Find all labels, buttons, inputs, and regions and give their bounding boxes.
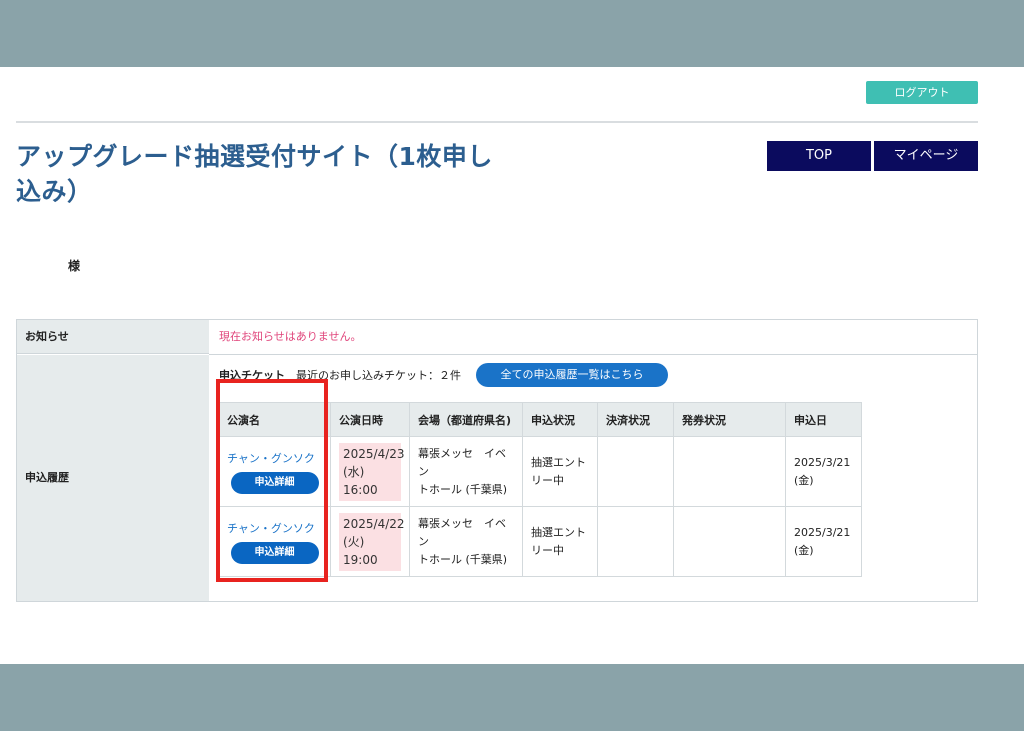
user-greeting: 様	[68, 259, 81, 273]
col-issuance: 発券状況	[673, 402, 786, 437]
status-text: 抽選エント	[531, 455, 586, 469]
status-text-2: リー中	[531, 543, 564, 557]
payment-cell	[597, 436, 674, 507]
application-detail-button[interactable]: 申込詳細	[230, 541, 319, 564]
performance-cell: チャン・グンソク 申込詳細	[218, 436, 331, 507]
venue-text: 幕張メッセ イベン	[418, 516, 506, 548]
top-button[interactable]: TOP	[767, 141, 871, 171]
main-page: ログアウト アップグレード抽選受付サイト（1枚申し込み） TOP マイページ 様…	[0, 67, 1024, 664]
notice-divider	[209, 354, 977, 355]
history-label: 申込履歴	[17, 355, 209, 601]
venue-text: 幕張メッセ イベン	[418, 446, 506, 478]
issuance-cell	[673, 506, 786, 577]
recent-ticket-count: 最近のお申し込みチケット：２件	[296, 369, 461, 382]
status-cell: 抽選エント リー中	[522, 506, 598, 577]
date-cell: 2025/4/23 (水) 16:00	[330, 436, 410, 507]
performance-link[interactable]: チャン・グンソク	[227, 450, 322, 468]
applied-weekday-text: (金)	[794, 543, 814, 557]
header-divider	[16, 121, 978, 123]
status-cell: 抽選エント リー中	[522, 436, 598, 507]
date-text: 2025/4/22	[343, 516, 405, 531]
performance-link[interactable]: チャン・グンソク	[227, 520, 322, 538]
performance-date: 2025/4/23 (水) 16:00	[339, 442, 405, 501]
venue-cell: 幕張メッセ イベン トホール (千葉県)	[409, 436, 523, 507]
venue-text-2: トホール (千葉県)	[418, 482, 508, 496]
weekday-text: (水)	[343, 464, 365, 479]
performance-date: 2025/4/22 (火) 19:00	[339, 512, 405, 571]
notice-text: 現在お知らせはありません。	[219, 330, 362, 343]
info-panel: お知らせ 現在お知らせはありません。 申込履歴 申込チケット 最近のお申し込みチ…	[16, 319, 978, 602]
ticket-label: 申込チケット	[219, 369, 285, 382]
time-text: 16:00	[343, 482, 378, 497]
applied-date-text: 2025/3/21	[794, 455, 851, 469]
venue-text-2: トホール (千葉県)	[418, 552, 508, 566]
table-row: チャン・グンソク 申込詳細 2025/4/23 (水) 16:00 幕張メッセ …	[218, 436, 862, 507]
applied-date-cell: 2025/3/21 (金)	[785, 506, 862, 577]
application-detail-button[interactable]: 申込詳細	[230, 471, 319, 494]
col-payment: 決済状況	[597, 402, 674, 437]
applied-date-cell: 2025/3/21 (金)	[785, 436, 862, 507]
page-title: アップグレード抽選受付サイト（1枚申し込み）	[16, 142, 493, 206]
status-text-2: リー中	[531, 473, 564, 487]
notice-label: お知らせ	[17, 320, 209, 354]
all-history-button[interactable]: 全ての申込履歴一覧はこちら	[476, 363, 668, 387]
col-applied: 申込日	[785, 402, 862, 437]
applied-date-text: 2025/3/21	[794, 525, 851, 539]
venue-cell: 幕張メッセ イベン トホール (千葉県)	[409, 506, 523, 577]
weekday-text: (火)	[343, 534, 365, 549]
col-date: 公演日時	[330, 402, 410, 437]
table-header-row: 公演名 公演日時 会場（都道府県名) 申込状況 決済状況 発券状況 申込日	[218, 402, 862, 437]
col-venue: 会場（都道府県名)	[409, 402, 523, 437]
payment-cell	[597, 506, 674, 577]
table-row: チャン・グンソク 申込詳細 2025/4/22 (火) 19:00 幕張メッセ …	[218, 506, 862, 577]
mypage-button[interactable]: マイページ	[874, 141, 978, 171]
history-table: 公演名 公演日時 会場（都道府県名) 申込状況 決済状況 発券状況 申込日 チャ…	[218, 402, 862, 577]
time-text: 19:00	[343, 552, 378, 567]
applied-weekday-text: (金)	[794, 473, 814, 487]
col-status: 申込状況	[522, 402, 598, 437]
col-performance: 公演名	[218, 402, 331, 437]
issuance-cell	[673, 436, 786, 507]
performance-cell: チャン・グンソク 申込詳細	[218, 506, 331, 577]
date-text: 2025/4/23	[343, 446, 405, 461]
logout-button[interactable]: ログアウト	[866, 81, 978, 104]
status-text: 抽選エント	[531, 525, 586, 539]
date-cell: 2025/4/22 (火) 19:00	[330, 506, 410, 577]
